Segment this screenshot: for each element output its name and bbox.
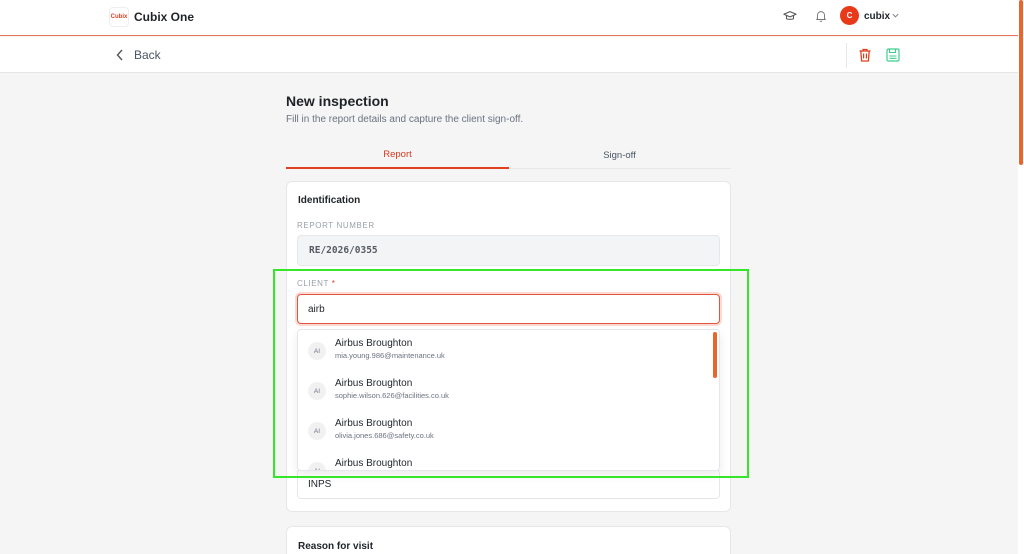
page-title: New inspection — [286, 93, 389, 109]
client-label: CLIENT * — [297, 279, 335, 288]
user-avatar[interactable]: C — [840, 6, 859, 25]
client-suggestion[interactable]: AI Airbus Broughton mia.young.986@mainte… — [298, 330, 708, 370]
bell-icon[interactable] — [814, 9, 828, 23]
required-marker: * — [331, 279, 336, 288]
tab-bar: Report Sign-off — [286, 141, 731, 169]
report-number-label: REPORT NUMBER — [297, 221, 375, 230]
top-bar: Cubix Cubix One C cubix — [0, 0, 1018, 36]
client-suggestion-email: sophie.wilson.626@facilities.co.uk — [335, 391, 449, 400]
tab-sign-off[interactable]: Sign-off — [508, 141, 731, 169]
graduation-cap-icon[interactable] — [783, 9, 797, 23]
app-logo[interactable]: Cubix — [109, 7, 129, 27]
client-suggestion[interactable]: AI Airbus Broughton olivia.jones.686@saf… — [298, 410, 708, 450]
client-initials-avatar: AI — [308, 342, 326, 360]
back-label: Back — [134, 48, 161, 62]
sub-toolbar: Back — [0, 37, 1018, 73]
client-label-text: CLIENT — [297, 279, 329, 288]
dropdown-scrollbar[interactable] — [713, 332, 717, 378]
save-icon[interactable] — [885, 47, 901, 63]
client-initials-avatar: AI — [308, 382, 326, 400]
client-suggestion-name: Airbus Broughton — [335, 338, 413, 349]
partially-hidden-field-value: INPS — [308, 478, 332, 490]
section-title: Reason for visit — [298, 541, 374, 552]
client-suggestion-name: Airbus Broughton — [335, 418, 413, 429]
section-title: Identification — [298, 195, 361, 206]
reason-for-visit-card: Reason for visit — [286, 526, 731, 554]
tab-report[interactable]: Report — [286, 141, 509, 169]
page-scrollbar[interactable] — [1019, 0, 1023, 165]
client-search-input[interactable] — [297, 294, 720, 324]
chevron-down-icon[interactable] — [891, 11, 900, 20]
report-number-field: RE/2026/0355 — [297, 235, 720, 266]
user-name[interactable]: cubix — [864, 11, 890, 22]
client-suggestion-name: Airbus Broughton — [335, 458, 413, 469]
delete-icon[interactable] — [857, 47, 873, 63]
chevron-left-icon — [116, 49, 123, 61]
partially-hidden-field[interactable]: INPS — [297, 469, 720, 499]
client-suggestions-dropdown: AI Airbus Broughton mia.young.986@mainte… — [297, 329, 720, 471]
toolbar-divider — [846, 43, 847, 68]
client-suggestion[interactable]: AI Airbus Broughton sophie.wilson.626@fa… — [298, 370, 708, 410]
client-initials-avatar: AI — [308, 462, 326, 470]
client-suggestion-name: Airbus Broughton — [335, 378, 413, 389]
app-name: Cubix One — [134, 10, 195, 24]
client-initials-avatar: AI — [308, 422, 326, 440]
client-suggestion-email: olivia.jones.686@safety.co.uk — [335, 431, 434, 440]
page-subtitle: Fill in the report details and capture t… — [286, 114, 524, 125]
client-suggestion[interactable]: AI Airbus Broughton — [298, 450, 708, 470]
client-suggestion-email: mia.young.986@maintenance.uk — [335, 351, 445, 360]
back-button[interactable]: Back — [116, 48, 161, 62]
